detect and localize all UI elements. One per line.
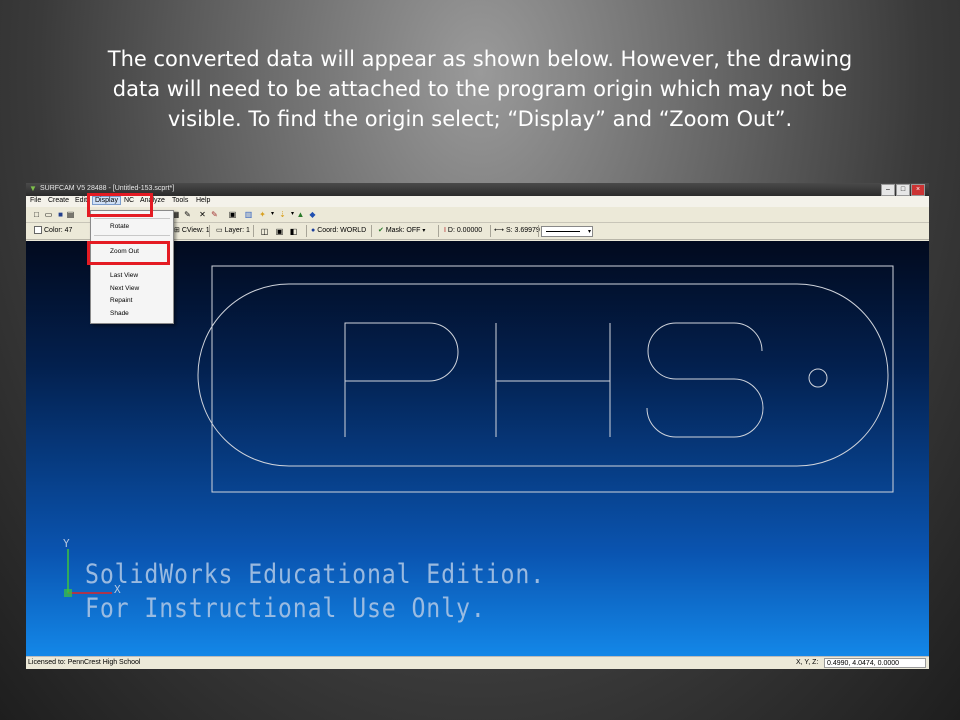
- slide-caption: The converted data will appear as shown …: [60, 44, 900, 134]
- select-icon[interactable]: ▥: [244, 210, 253, 219]
- hole-circle: [808, 368, 828, 388]
- coord-selector[interactable]: ● Coord: WORLD: [311, 226, 366, 236]
- step-icon: ⟷: [494, 227, 506, 234]
- cview-selector[interactable]: ⊞ CView: 1: [174, 226, 210, 236]
- display-menu-highlight: [87, 193, 153, 217]
- layer-icon: ▭: [216, 227, 225, 234]
- zoom-out-highlight: [87, 241, 170, 265]
- toolbar-divider: [253, 225, 254, 237]
- menu-edit[interactable]: Edit: [75, 197, 87, 204]
- license-text: Licensed to: PennCrest High School: [28, 659, 141, 666]
- toolbar-divider: [490, 225, 491, 237]
- status-bar: Licensed to: PennCrest High School X, Y,…: [26, 656, 929, 669]
- coord-label: Coord: WORLD: [317, 227, 367, 234]
- new-file-icon[interactable]: □: [32, 210, 41, 219]
- toolbar-divider: [371, 225, 372, 237]
- trim-icon[interactable]: ✎: [210, 210, 219, 219]
- xyz-readout: 0.4990, 4.0474, 0.0000: [824, 658, 926, 668]
- x-axis-label: X: [114, 583, 121, 596]
- color-selector[interactable]: Color: 47: [34, 226, 72, 236]
- lightning-dropdown-icon[interactable]: ▾: [268, 210, 277, 219]
- cview-icon: ⊞: [174, 227, 182, 234]
- color-swatch-icon: [34, 226, 42, 235]
- letter-s: [646, 322, 764, 438]
- menu-help[interactable]: Help: [196, 197, 210, 204]
- menu-item-repaint[interactable]: Repaint: [110, 297, 132, 304]
- letter-p: [344, 322, 459, 437]
- arrow-down-icon[interactable]: ⇣: [278, 210, 287, 219]
- close-icon[interactable]: ×: [911, 184, 925, 196]
- cut-icon[interactable]: ✕: [198, 210, 207, 219]
- open-file-icon[interactable]: ▭: [44, 210, 53, 219]
- menu-bar: File Create Edit Display NC Analyze Tool…: [26, 196, 929, 207]
- menu-file[interactable]: File: [30, 197, 41, 204]
- toolbar-divider: [538, 225, 539, 237]
- caption-line-2: data will need to be attached to the pro…: [112, 77, 848, 101]
- minimize-icon[interactable]: –: [881, 184, 895, 196]
- view-box-icon[interactable]: ◧: [289, 227, 298, 236]
- menu-item-rotate[interactable]: Rotate: [110, 223, 129, 230]
- window-title: SURFCAM V5 28488 - [Untitled-153.scprt*]: [40, 185, 175, 192]
- display-dropdown-menu: Rotate Zoom Out Last View Next View Repa…: [90, 210, 174, 324]
- pencil-icon[interactable]: ✎: [183, 210, 192, 219]
- line-style-select[interactable]: ▾: [541, 226, 593, 237]
- xyz-label: X, Y, Z:: [796, 659, 819, 666]
- toolbar-divider: [438, 225, 439, 237]
- menu-separator: [94, 235, 170, 236]
- watermark-line-2: For Instructional Use Only.: [85, 593, 486, 624]
- depth-field[interactable]: I D: 0.00000: [444, 226, 482, 236]
- color-label: Color: 47: [44, 227, 73, 234]
- lightning-icon[interactable]: ✦: [258, 210, 267, 219]
- mask-label: Mask: OFF: [385, 227, 421, 234]
- step-label: S: 3.69979: [505, 227, 540, 234]
- menu-item-shade[interactable]: Shade: [110, 310, 129, 317]
- view-iso-icon[interactable]: ◫: [260, 227, 269, 236]
- letter-h: [495, 323, 611, 437]
- y-axis-label: Y: [63, 537, 70, 550]
- title-bar[interactable]: ▼ SURFCAM V5 28488 - [Untitled-153.scprt…: [26, 183, 929, 196]
- menu-create[interactable]: Create: [48, 197, 69, 204]
- cview-label: CView: 1: [181, 227, 210, 234]
- menu-separator: [94, 218, 170, 219]
- caption-line-1: The converted data will appear as shown …: [107, 47, 853, 71]
- print-icon[interactable]: ▤: [66, 210, 75, 219]
- save-icon[interactable]: ■: [56, 210, 65, 219]
- grid-icon[interactable]: ▣: [228, 210, 237, 219]
- menu-item-last-view[interactable]: Last View: [110, 272, 138, 279]
- toolbar-divider: [209, 225, 210, 237]
- mask-selector[interactable]: ✔ Mask: OFF ▾: [378, 226, 428, 236]
- maximize-icon[interactable]: □: [896, 184, 910, 196]
- step-field[interactable]: ⟷ S: 3.69979: [494, 226, 540, 236]
- solid-icon[interactable]: ◆: [308, 210, 317, 219]
- caption-line-3: visible. To find the origin select; “Dis…: [167, 107, 793, 131]
- mask-dropdown-icon: ▾: [422, 228, 426, 234]
- slot-outline: [197, 283, 889, 467]
- toolbar-divider: [306, 225, 307, 237]
- line-sample: [546, 231, 580, 232]
- view-cube-icon[interactable]: ▣: [275, 227, 284, 236]
- mask-icon: ✔: [378, 227, 386, 234]
- layer-selector[interactable]: ▭ Layer: 1: [216, 226, 250, 236]
- depth-label: D: 0.00000: [447, 227, 483, 234]
- stock-boundary: [211, 265, 894, 493]
- watermark-line-1: SolidWorks Educational Edition.: [85, 559, 546, 590]
- menu-item-next-view[interactable]: Next View: [110, 285, 139, 292]
- surfcam-logo-icon: ▼: [29, 184, 37, 193]
- menu-tools[interactable]: Tools: [172, 197, 188, 204]
- layer-label: Layer: 1: [224, 227, 250, 234]
- tool-icon[interactable]: ▲: [296, 210, 305, 219]
- line-style-dropdown-icon: ▾: [587, 229, 591, 235]
